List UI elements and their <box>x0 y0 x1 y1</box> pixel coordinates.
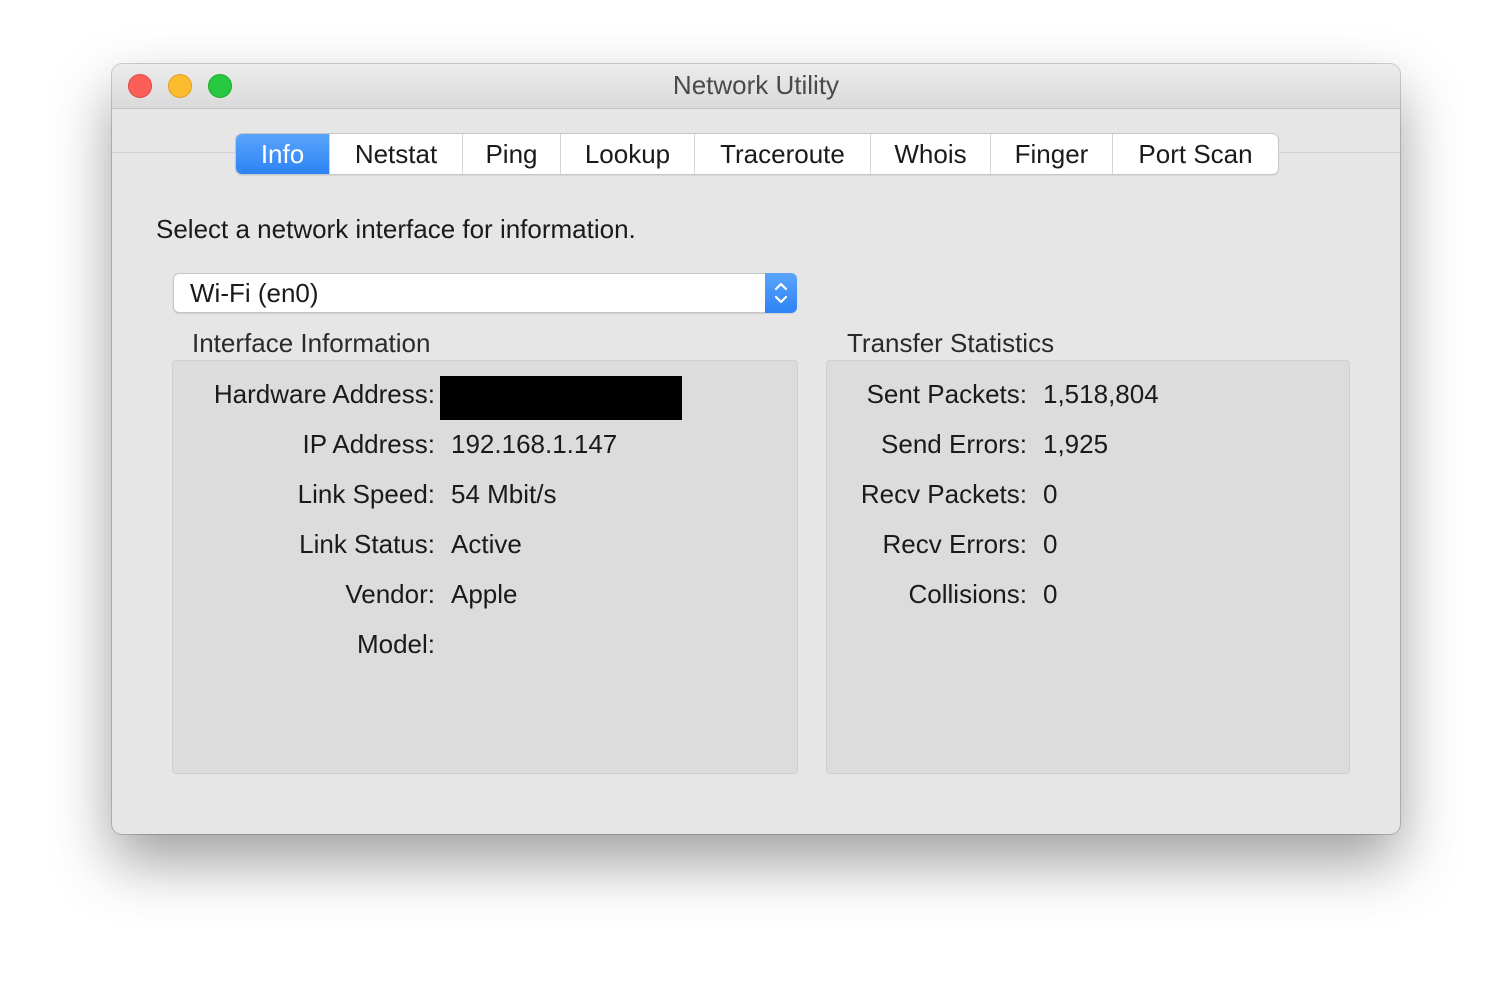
tab-lookup[interactable]: Lookup <box>560 134 694 174</box>
interface-select[interactable]: Wi-Fi (en0) <box>173 273 797 313</box>
window-title: Network Utility <box>672 70 840 100</box>
stats-row-collisions: Collisions: 0 <box>827 579 1349 613</box>
tab-port-scan[interactable]: Port Scan <box>1112 134 1278 174</box>
stats-row-recv-packets: Recv Packets: 0 <box>827 479 1349 513</box>
tab-finger[interactable]: Finger <box>990 134 1112 174</box>
transfer-stats-box: Sent Packets: 1,518,804 Send Errors: 1,9… <box>826 360 1350 774</box>
hardware-address-label: Hardware Address: <box>213 379 435 409</box>
info-row-model: Model: <box>173 629 797 663</box>
recv-errors-value: 0 <box>1043 529 1058 559</box>
stats-row-send-errors: Send Errors: 1,925 <box>827 429 1349 463</box>
tab-bar: Info Netstat Ping Lookup Traceroute Whoi… <box>235 133 1279 175</box>
send-errors-label: Send Errors: <box>881 429 1027 459</box>
info-row-vendor: Vendor: Apple <box>173 579 797 613</box>
info-row-link-status: Link Status: Active <box>173 529 797 563</box>
send-errors-value: 1,925 <box>1043 429 1109 459</box>
ip-address-label: IP Address: <box>302 429 436 459</box>
network-utility-window: Network Utility Info Netstat Ping Lookup… <box>112 64 1400 834</box>
tab-traceroute[interactable]: Traceroute <box>694 134 870 174</box>
info-row-hardware-address: Hardware Address: <box>173 376 797 420</box>
vendor-value: Apple <box>451 579 518 609</box>
interface-select-value: Wi-Fi (en0) <box>190 278 319 308</box>
hardware-address-redaction <box>440 376 682 420</box>
transfer-stats-heading: Transfer Statistics <box>847 328 1055 358</box>
interface-info-heading: Interface Information <box>192 328 431 358</box>
info-row-link-speed: Link Speed: 54 Mbit/s <box>173 479 797 513</box>
link-speed-label: Link Speed: <box>297 479 435 509</box>
sent-packets-label: Sent Packets: <box>866 379 1027 409</box>
collisions-label: Collisions: <box>908 579 1028 609</box>
tab-whois[interactable]: Whois <box>870 134 990 174</box>
tab-netstat[interactable]: Netstat <box>329 134 462 174</box>
tab-ping[interactable]: Ping <box>462 134 560 174</box>
link-speed-value: 54 Mbit/s <box>451 479 557 509</box>
recv-packets-value: 0 <box>1043 479 1058 509</box>
recv-errors-label: Recv Errors: <box>882 529 1027 559</box>
interface-info-box: Hardware Address: IP Address: 192.168.1.… <box>172 360 798 774</box>
vendor-label: Vendor: <box>345 579 435 609</box>
collisions-value: 0 <box>1043 579 1058 609</box>
stats-row-recv-errors: Recv Errors: 0 <box>827 529 1349 563</box>
info-row-ip-address: IP Address: 192.168.1.147 <box>173 429 797 463</box>
sent-packets-value: 1,518,804 <box>1043 379 1159 409</box>
select-stepper-button[interactable] <box>765 273 797 313</box>
link-status-label: Link Status: <box>299 529 435 559</box>
model-label: Model: <box>356 629 435 659</box>
title-bar[interactable]: Network Utility <box>112 64 1400 109</box>
interface-prompt: Select a network interface for informati… <box>156 214 636 244</box>
tab-info[interactable]: Info <box>236 134 329 174</box>
stats-row-sent-packets: Sent Packets: 1,518,804 <box>827 379 1349 413</box>
recv-packets-label: Recv Packets: <box>860 479 1027 509</box>
ip-address-value: 192.168.1.147 <box>451 429 618 459</box>
chevron-updown-icon <box>774 282 788 304</box>
link-status-value: Active <box>451 529 522 559</box>
